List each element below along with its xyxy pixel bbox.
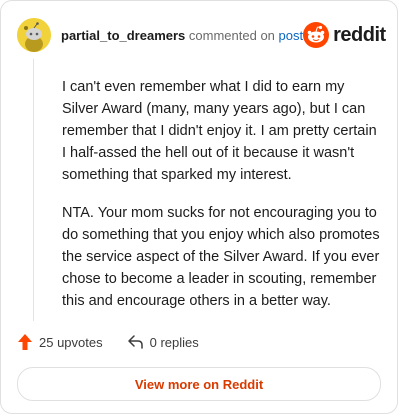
comment-paragraph-2: NTA. Your mom sucks for not encouraging … [62, 205, 380, 309]
upvote-count: 25 upvotes [39, 334, 103, 350]
reddit-comment-card: partial_to_dreamers commented on post re… [0, 0, 398, 414]
view-more-button[interactable]: View more on Reddit [17, 367, 381, 401]
reddit-wordmark: reddit [333, 23, 386, 46]
post-link[interactable]: post [279, 28, 304, 43]
snoo-avatar-icon[interactable] [17, 18, 51, 52]
comment-actions: 25 upvotes 0 replies [17, 333, 199, 351]
username-link[interactable]: partial_to_dreamers [61, 28, 185, 43]
comment-attribution: partial_to_dreamers commented on post [61, 28, 303, 43]
comment-body: I can't even remember what I did to earn… [62, 76, 382, 328]
reddit-brand[interactable]: reddit [303, 22, 386, 48]
reply-arrow-icon [127, 335, 143, 349]
upvote-button[interactable]: 25 upvotes [17, 333, 103, 351]
reply-count: 0 replies [149, 334, 199, 350]
commented-on-label: commented on [188, 27, 275, 43]
upvote-arrow-icon [18, 334, 32, 350]
comment-paragraph-1: I can't even remember what I did to earn… [62, 79, 377, 183]
reply-button[interactable]: 0 replies [127, 334, 199, 350]
comment-header: partial_to_dreamers commented on post re… [17, 17, 386, 53]
thread-line [33, 59, 34, 321]
reddit-logo-icon [303, 22, 330, 48]
